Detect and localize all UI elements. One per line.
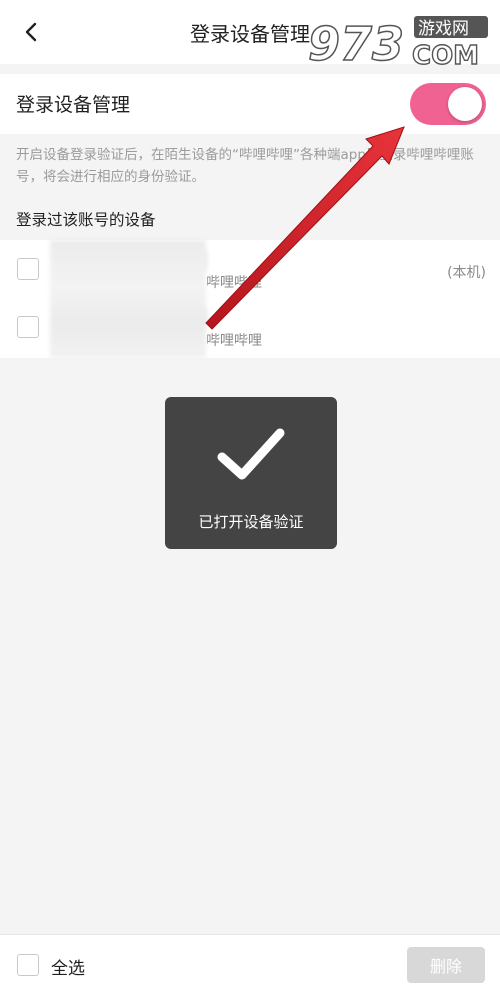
toast-message: 已打开设备验证	[198, 513, 304, 531]
device-checkbox[interactable]	[17, 258, 39, 280]
toggle-label: 登录设备管理	[16, 94, 131, 116]
device-app-name: 哔哩哔哩	[206, 333, 262, 349]
current-device-badge: (本机)	[447, 265, 486, 281]
device-verification-switch[interactable]	[410, 83, 486, 125]
bottom-action-bar: 全选 删除	[0, 934, 500, 992]
watermark-number: 973	[308, 17, 404, 68]
device-app-name: 哔哩哔哩	[206, 275, 262, 291]
delete-button[interactable]: 删除	[407, 947, 485, 983]
device-management-page: 登录设备管理 973 游戏网 COM 登录设备管理 开启设备登录验证后，在陌生设…	[0, 0, 500, 992]
watermark-cn: 游戏网	[418, 19, 469, 39]
checkmark-icon	[217, 428, 285, 480]
device-management-toggle-row: 登录设备管理	[0, 74, 500, 134]
success-toast: 已打开设备验证	[165, 397, 337, 549]
select-all-checkbox[interactable]	[17, 954, 39, 976]
device-list-heading: 登录过该账号的设备	[16, 211, 156, 229]
verification-description: 开启设备登录验证后，在陌生设备的“哔哩哔哩”各种端app里登录哔哩哔哩账号，将会…	[16, 147, 474, 185]
device-checkbox[interactable]	[17, 316, 39, 338]
switch-knob	[448, 87, 482, 121]
select-all-label[interactable]: 全选	[51, 954, 85, 979]
privacy-blur	[50, 240, 206, 358]
top-nav-bar: 登录设备管理 973 游戏网 COM	[0, 0, 500, 68]
watermark-com: COM	[412, 41, 479, 68]
watermark-logo: 973 游戏网 COM	[307, 16, 488, 68]
